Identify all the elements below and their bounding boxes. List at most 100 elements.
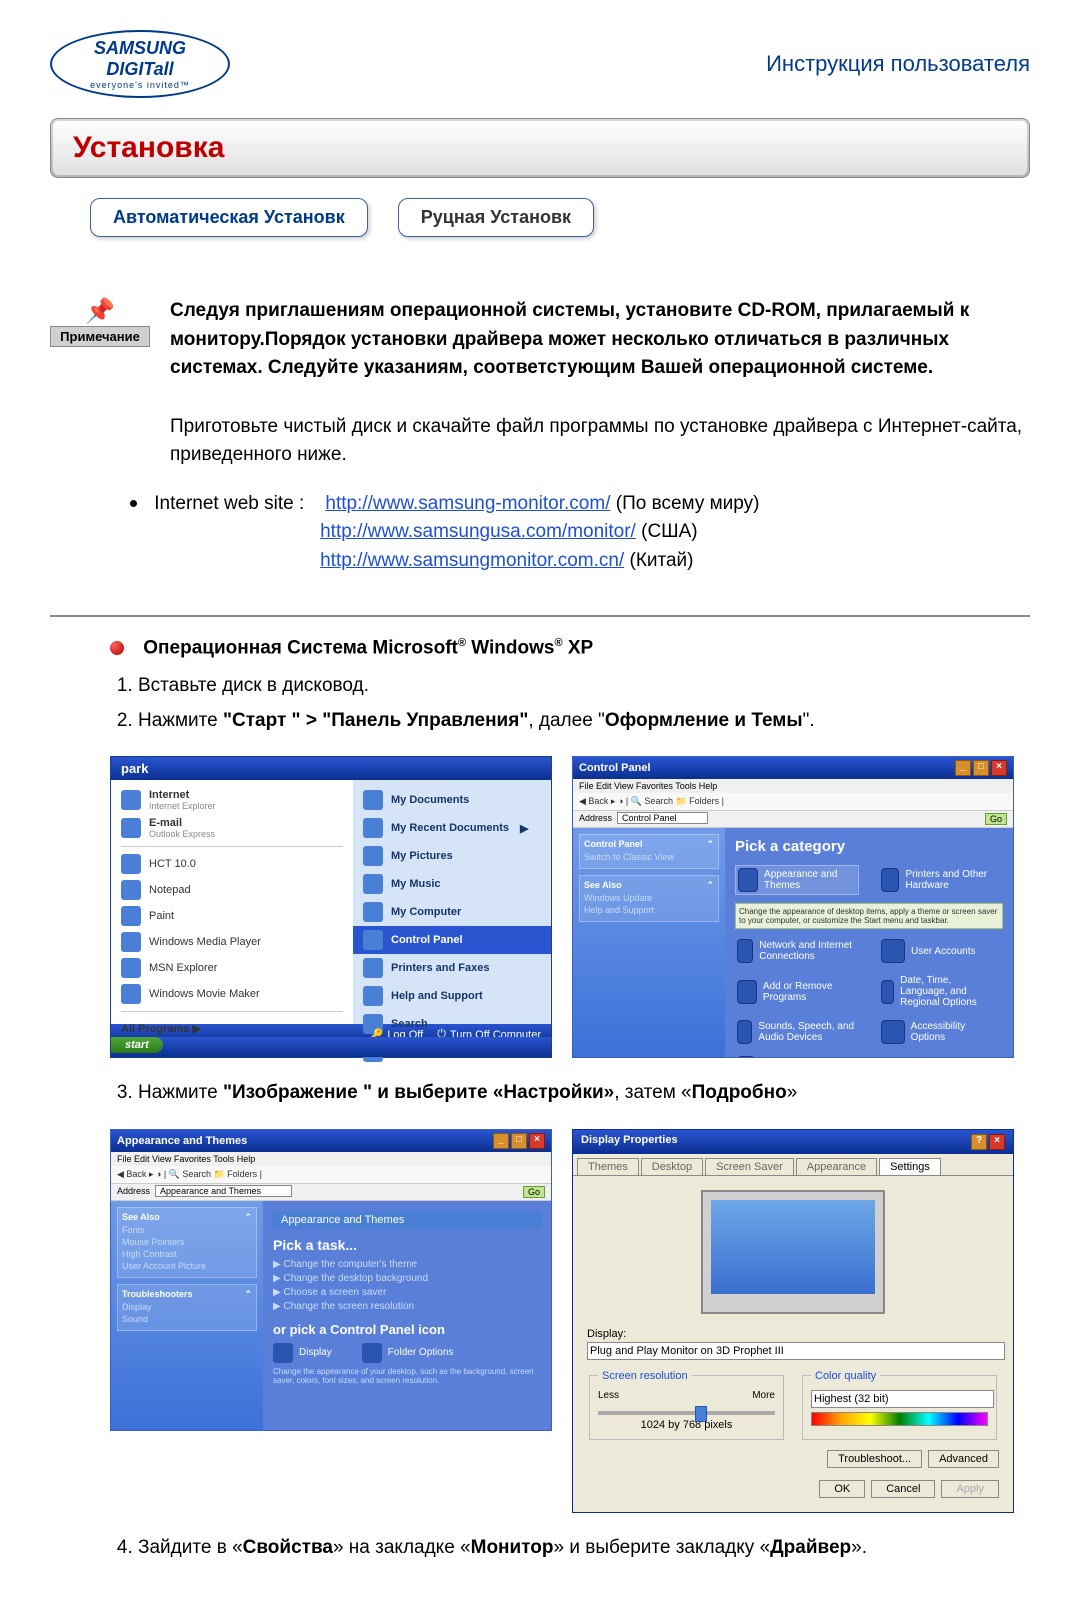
- start-item-email[interactable]: E-mailOutlook Express: [111, 814, 353, 842]
- dp-res-legend: Screen resolution: [598, 1370, 692, 1382]
- start-button[interactable]: start: [111, 1037, 163, 1053]
- start-item-my-computer[interactable]: My Computer: [353, 898, 551, 926]
- start-item-notepad[interactable]: Notepad: [111, 877, 353, 903]
- link-china[interactable]: http://www.samsungmonitor.com.cn/: [320, 550, 624, 571]
- start-item-my-recent[interactable]: My Recent Documents ▶: [353, 814, 551, 842]
- cp-cat-users[interactable]: User Accounts: [879, 937, 1003, 965]
- help-icon[interactable]: ?: [971, 1134, 987, 1150]
- step-4: Зайдите в «Свойства» на закладке «Монито…: [138, 1533, 1030, 1563]
- dp-cq-select[interactable]: Highest (32 bit): [811, 1390, 994, 1408]
- cp-cat-appearance[interactable]: Appearance and Themes: [735, 865, 859, 895]
- os-heading-mid: Windows: [471, 637, 554, 658]
- dp-res-slider[interactable]: [598, 1411, 775, 1415]
- maximize-icon[interactable]: □: [511, 1133, 527, 1149]
- cp-cat-network[interactable]: Network and Internet Connections: [735, 937, 859, 965]
- at-user-account-picture[interactable]: User Account Picture: [122, 1261, 252, 1271]
- at-task-background[interactable]: ▶ Change the desktop background: [273, 1273, 541, 1284]
- cp-main: Pick a category Appearance and Themes Pr…: [725, 828, 1013, 1058]
- dp-tab-themes[interactable]: Themes: [577, 1158, 639, 1175]
- go-button[interactable]: Go: [985, 813, 1007, 825]
- start-item-my-documents[interactable]: My Documents: [353, 786, 551, 814]
- dp-advanced-button[interactable]: Advanced: [928, 1450, 999, 1468]
- maximize-icon[interactable]: □: [973, 760, 989, 776]
- red-dot-icon: [110, 641, 124, 655]
- at-task-screensaver[interactable]: ▶ Choose a screen saver: [273, 1287, 541, 1298]
- minimize-icon[interactable]: _: [493, 1133, 509, 1149]
- cp-toolbar[interactable]: ◀ Back ▸ ◑ | 🔍 Search 📁 Folders |: [573, 793, 1013, 811]
- screens-row-1: park InternetInternet Explorer E-mailOut…: [110, 756, 1030, 1058]
- dp-display-select[interactable]: Plug and Play Monitor on 3D Prophet III: [587, 1342, 1005, 1360]
- cp-help-support[interactable]: Help and Support: [584, 905, 714, 915]
- at-task-theme[interactable]: ▶ Change the computer's theme: [273, 1259, 541, 1270]
- start-item-help[interactable]: Help and Support: [353, 982, 551, 1010]
- cp-windows-update[interactable]: Windows Update: [584, 893, 714, 903]
- tab-auto-install[interactable]: Автоматическая Установк: [90, 198, 368, 237]
- step-3-b1: "Изображение " и выберите «Настройки»: [223, 1082, 614, 1103]
- accessibility-icon: [881, 1020, 905, 1044]
- cp-cat-datetime[interactable]: Date, Time, Language, and Regional Optio…: [879, 973, 1003, 1010]
- dp-columns: Screen resolution LessMore 1024 by 768 p…: [587, 1370, 999, 1440]
- msn-icon: [121, 958, 141, 978]
- dp-tab-screensaver[interactable]: Screen Saver: [705, 1158, 794, 1175]
- at-side-see-also: See Also⌃ Fonts Mouse Pointers High Cont…: [117, 1207, 257, 1278]
- start-item-my-pictures[interactable]: My Pictures: [353, 842, 551, 870]
- dp-cancel-button[interactable]: Cancel: [871, 1480, 935, 1498]
- dp-tab-desktop[interactable]: Desktop: [641, 1158, 703, 1175]
- at-fonts[interactable]: Fonts: [122, 1225, 252, 1235]
- folder-icon: [363, 874, 383, 894]
- logo: SAMSUNG DIGITall everyone's invited™: [50, 30, 230, 98]
- cp-cat-sounds[interactable]: Sounds, Speech, and Audio Devices: [735, 1018, 859, 1046]
- dp-tab-settings[interactable]: Settings: [879, 1158, 941, 1175]
- start-item-wmp[interactable]: Windows Media Player: [111, 929, 353, 955]
- wmm-icon: [121, 984, 141, 1004]
- at-icon-folder-options[interactable]: Folder Options: [362, 1343, 454, 1363]
- start-menu-user: park: [111, 757, 551, 780]
- close-icon[interactable]: ×: [989, 1134, 1005, 1150]
- start-menu-right: My Documents My Recent Documents ▶ My Pi…: [353, 780, 551, 1024]
- at-task-resolution[interactable]: ▶ Change the screen resolution: [273, 1301, 541, 1312]
- step-2-b2: Оформление и Темы: [605, 710, 803, 731]
- cp-cat-performance[interactable]: Performance and Maintenance: [735, 1054, 859, 1058]
- minimize-icon[interactable]: _: [955, 760, 971, 776]
- start-item-control-panel[interactable]: Control Panel: [353, 926, 551, 954]
- start-item-msn[interactable]: MSN Explorer: [111, 955, 353, 981]
- at-ts-sound[interactable]: Sound: [122, 1314, 252, 1324]
- start-item-wmm[interactable]: Windows Movie Maker: [111, 981, 353, 1007]
- at-ts-display[interactable]: Display: [122, 1302, 252, 1312]
- at-toolbar[interactable]: ◀ Back ▸ ◑ | 🔍 Search 📁 Folders |: [111, 1166, 551, 1184]
- link-world[interactable]: http://www.samsung-monitor.com/: [325, 493, 610, 514]
- start-item-printers[interactable]: Printers and Faxes: [353, 954, 551, 982]
- slider-thumb-icon[interactable]: [695, 1406, 707, 1422]
- link-usa[interactable]: http://www.samsungusa.com/monitor/: [320, 521, 636, 542]
- dp-troubleshoot-button[interactable]: Troubleshoot...: [827, 1450, 922, 1468]
- close-icon[interactable]: ×: [991, 760, 1007, 776]
- cp-cat-printers[interactable]: Printers and Other Hardware: [879, 865, 1003, 895]
- cp-cat-accessibility[interactable]: Accessibility Options: [879, 1018, 1003, 1046]
- at-icon-display[interactable]: Display: [273, 1343, 332, 1363]
- at-high-contrast[interactable]: High Contrast: [122, 1249, 252, 1259]
- dp-advanced-row: Troubleshoot... Advanced: [587, 1450, 999, 1468]
- at-menubar[interactable]: File Edit View Favorites Tools Help: [111, 1152, 551, 1166]
- start-item-hct[interactable]: HCT 10.0: [111, 851, 353, 877]
- close-icon[interactable]: ×: [529, 1133, 545, 1149]
- go-button[interactable]: Go: [523, 1186, 545, 1198]
- start-item-internet[interactable]: InternetInternet Explorer: [111, 786, 353, 814]
- cp-menubar[interactable]: File Edit View Favorites Tools Help: [573, 779, 1013, 793]
- start-item-my-music[interactable]: My Music: [353, 870, 551, 898]
- start-item-paint[interactable]: Paint: [111, 903, 353, 929]
- cp-cat-addremove[interactable]: Add or Remove Programs: [735, 973, 859, 1010]
- at-pick-task: Pick a task...: [273, 1237, 541, 1253]
- cp-switch-classic[interactable]: Switch to Classic View: [584, 852, 714, 862]
- at-address-field[interactable]: Appearance and Themes: [155, 1185, 292, 1197]
- cp-address-field[interactable]: Control Panel: [617, 812, 708, 824]
- folder-icon: [363, 818, 383, 838]
- at-mouse-pointers[interactable]: Mouse Pointers: [122, 1237, 252, 1247]
- at-title: Appearance and Themes: [117, 1135, 247, 1147]
- window-buttons: ?×: [969, 1134, 1005, 1150]
- tab-manual-install[interactable]: Руцная Установк: [398, 198, 594, 237]
- dp-apply-button[interactable]: Apply: [941, 1480, 999, 1498]
- paint-icon: [121, 906, 141, 926]
- dp-ok-button[interactable]: OK: [819, 1480, 865, 1498]
- at-main: Appearance and Themes Pick a task... ▶ C…: [263, 1201, 551, 1431]
- dp-tab-appearance[interactable]: Appearance: [796, 1158, 877, 1175]
